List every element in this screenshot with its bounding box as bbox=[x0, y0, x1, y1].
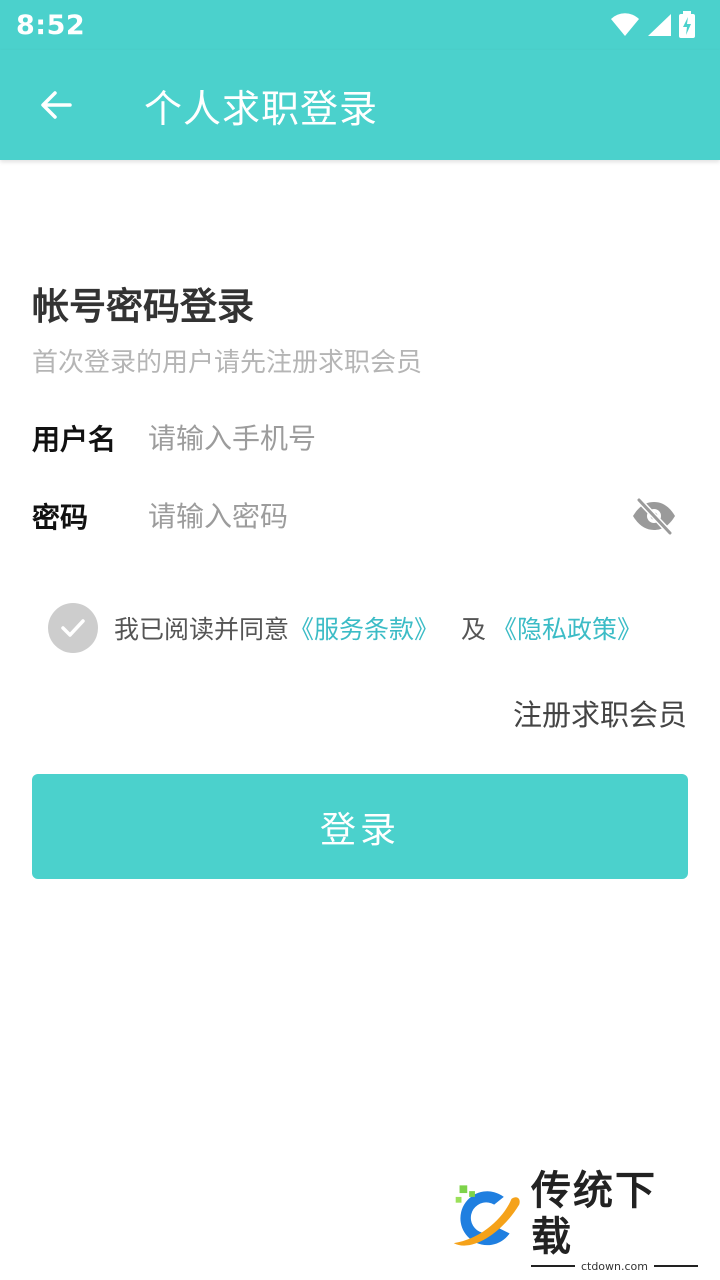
agreement-text: 我已阅读并同意 bbox=[114, 615, 290, 644]
page-title: 个人求职登录 bbox=[144, 86, 379, 131]
password-row: 密码 bbox=[32, 486, 688, 546]
watermark-text: 传统下载 ctdown.com bbox=[530, 1167, 698, 1273]
username-row: 用户名 bbox=[32, 408, 688, 468]
watermark: 传统下载 ctdown.com bbox=[448, 1168, 698, 1273]
password-input[interactable] bbox=[148, 499, 628, 533]
watermark-domain: ctdown.com bbox=[580, 1259, 648, 1273]
terms-link[interactable]: 《服务条款》 bbox=[289, 610, 439, 646]
app-bar: 个人求职登录 bbox=[0, 50, 720, 160]
battery-charging-icon bbox=[679, 11, 695, 38]
status-bar: 8:52 bbox=[0, 0, 720, 50]
divider bbox=[530, 1265, 575, 1267]
agreement-conjunction: 及 bbox=[461, 615, 487, 644]
privacy-link[interactable]: 《隐私政策》 bbox=[492, 610, 642, 646]
cell-signal-icon bbox=[648, 14, 671, 36]
username-input[interactable] bbox=[148, 421, 688, 455]
agreement-checkbox[interactable] bbox=[48, 603, 98, 653]
toggle-password-visibility-button[interactable] bbox=[628, 490, 680, 542]
status-icons bbox=[610, 11, 696, 39]
wifi-icon bbox=[611, 13, 639, 36]
agreement-row: 我已阅读并同意 《服务条款》 及 《隐私政策》 bbox=[48, 602, 642, 654]
login-heading: 帐号密码登录 bbox=[32, 285, 254, 328]
ctdown-logo bbox=[453, 1185, 520, 1246]
check-icon bbox=[61, 619, 85, 637]
back-button[interactable] bbox=[26, 75, 86, 135]
watermark-domain-line: ctdown.com bbox=[530, 1259, 698, 1273]
status-time: 8:52 bbox=[16, 9, 86, 41]
login-subheading: 首次登录的用户请先注册求职会员 bbox=[32, 348, 423, 378]
arrow-left-icon bbox=[41, 91, 72, 119]
watermark-name: 传统下载 bbox=[530, 1167, 657, 1260]
login-button[interactable]: 登录 bbox=[32, 774, 688, 879]
password-label: 密码 bbox=[32, 501, 89, 534]
username-label: 用户名 bbox=[32, 423, 117, 456]
divider bbox=[654, 1265, 698, 1267]
eye-off-icon bbox=[633, 497, 675, 536]
register-link[interactable]: 注册求职会员 bbox=[513, 692, 687, 734]
